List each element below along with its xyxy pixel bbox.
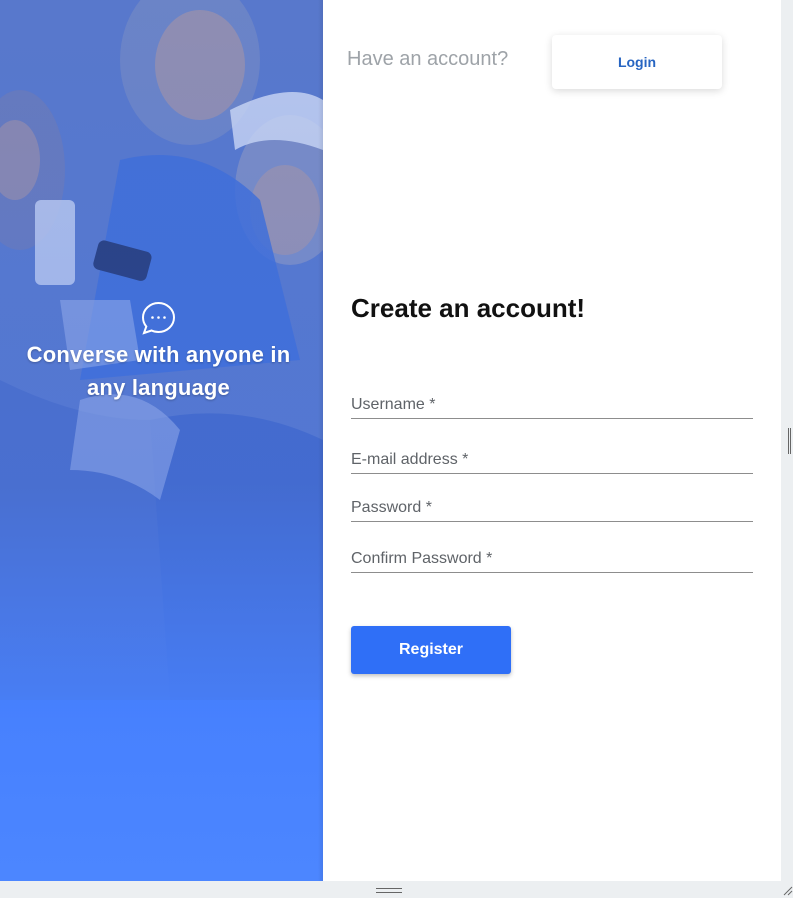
window-right-edge	[781, 0, 793, 881]
password-field[interactable]: Password *	[351, 492, 753, 522]
email-input[interactable]	[351, 444, 753, 473]
register-button[interactable]: Register	[351, 626, 511, 674]
vertical-resize-handle[interactable]	[788, 428, 791, 454]
password-input[interactable]	[351, 492, 753, 521]
have-account-text: Have an account?	[347, 48, 509, 70]
form-title: Create an account!	[351, 293, 586, 323]
horizontal-resize-handle[interactable]	[376, 888, 402, 893]
confirm-password-input[interactable]	[351, 543, 753, 572]
chat-bubble-icon	[141, 301, 176, 335]
hero-panel: Converse with anyone in any language	[0, 0, 323, 881]
email-field[interactable]: E-mail address *	[351, 444, 753, 474]
hero-overlay	[0, 0, 323, 881]
hero-tagline: Converse with anyone in any language	[26, 342, 291, 400]
username-field[interactable]: Username *	[351, 389, 753, 419]
username-input[interactable]	[351, 389, 753, 418]
login-button[interactable]: Login	[552, 35, 722, 89]
confirm-password-field[interactable]: Confirm Password *	[351, 543, 753, 573]
page: Converse with anyone in any language Hav…	[0, 0, 781, 881]
corner-resize-icon[interactable]	[782, 885, 793, 896]
hero-shadow	[318, 0, 323, 881]
